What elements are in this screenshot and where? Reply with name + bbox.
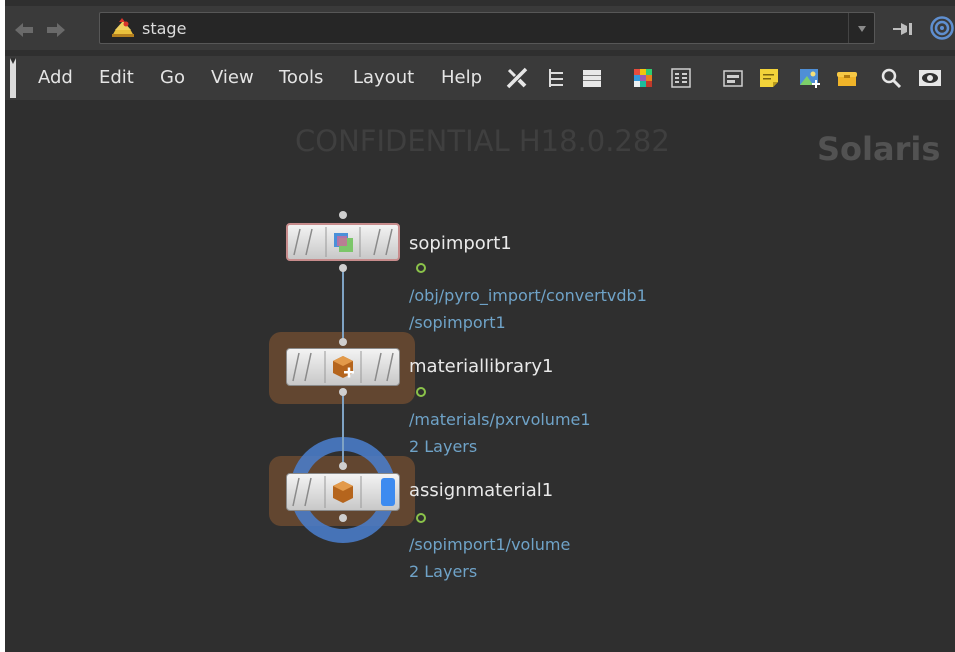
node-info-line: /materials/pxrvolume1 bbox=[409, 410, 591, 429]
forward-arrow-icon[interactable] bbox=[47, 23, 65, 37]
material-library-icon bbox=[333, 356, 354, 378]
node-shape-icon[interactable] bbox=[721, 66, 745, 90]
assign-material-icon bbox=[333, 481, 353, 503]
dropdown-icon bbox=[858, 26, 866, 32]
path-text: stage bbox=[142, 19, 187, 38]
search-icon[interactable] bbox=[879, 66, 903, 90]
output-connector[interactable] bbox=[339, 514, 347, 522]
input-connector[interactable] bbox=[339, 338, 347, 346]
menu-tools[interactable]: Tools bbox=[279, 67, 323, 88]
output-connector[interactable] bbox=[339, 264, 347, 272]
menu-add[interactable]: Add bbox=[38, 67, 73, 88]
menu-bar: Add Edit Go View Tools Layout Help bbox=[5, 56, 955, 100]
input-connector[interactable] bbox=[339, 211, 347, 219]
network-editor[interactable]: CONFIDENTIAL H18.0.282 Solaris sopimport… bbox=[5, 100, 955, 652]
wrench-tools-icon[interactable] bbox=[505, 66, 529, 90]
color-palette-icon[interactable] bbox=[631, 66, 655, 90]
toolbar-grip-icon[interactable] bbox=[9, 58, 17, 98]
node-status-icon bbox=[416, 263, 426, 273]
background-image-icon[interactable] bbox=[797, 66, 821, 90]
node-info-line: 2 Layers bbox=[409, 562, 478, 581]
node-status-icon bbox=[416, 387, 426, 397]
node-assignmaterial1[interactable] bbox=[286, 473, 400, 511]
node-name-materiallibrary1[interactable]: materiallibrary1 bbox=[409, 356, 554, 377]
menu-help[interactable]: Help bbox=[441, 67, 482, 88]
node-info-line: /sopimport1/volume bbox=[409, 535, 571, 554]
node-info-line: /sopimport1 bbox=[409, 313, 506, 332]
node-info-line: 2 Layers bbox=[409, 437, 478, 456]
eye-icon[interactable] bbox=[917, 66, 941, 90]
houdini-network-pane: stage Add Edit Go View Tools Layout Help… bbox=[5, 0, 955, 652]
back-arrow-icon[interactable] bbox=[15, 23, 33, 37]
sticky-note-icon[interactable] bbox=[757, 66, 781, 90]
network-path-field[interactable]: stage bbox=[99, 12, 875, 44]
path-dropdown-button[interactable] bbox=[848, 13, 874, 43]
network-target-icon[interactable] bbox=[930, 16, 954, 40]
node-materiallibrary1[interactable] bbox=[286, 348, 400, 386]
grid-view-icon[interactable] bbox=[669, 66, 693, 90]
pin-icon[interactable] bbox=[893, 22, 913, 36]
menu-edit[interactable]: Edit bbox=[99, 67, 134, 88]
path-bar: stage bbox=[5, 6, 955, 50]
node-name-sopimport1[interactable]: sopimport1 bbox=[409, 233, 512, 254]
list-view-icon[interactable] bbox=[580, 66, 604, 90]
menu-layout[interactable]: Layout bbox=[353, 67, 414, 88]
node-info-line: /obj/pyro_import/convertvdb1 bbox=[409, 286, 647, 305]
node-name-assignmaterial1[interactable]: assignmaterial1 bbox=[409, 480, 553, 501]
node-sopimport1[interactable] bbox=[286, 223, 400, 261]
input-connector[interactable] bbox=[339, 462, 347, 470]
network-box-icon[interactable] bbox=[835, 66, 859, 90]
output-connector[interactable] bbox=[339, 388, 347, 396]
sop-import-icon bbox=[334, 233, 353, 252]
stage-icon bbox=[112, 18, 134, 37]
menu-go[interactable]: Go bbox=[160, 67, 185, 88]
node-status-icon bbox=[416, 513, 426, 523]
tree-view-icon[interactable] bbox=[545, 66, 569, 90]
menu-view[interactable]: View bbox=[211, 67, 254, 88]
